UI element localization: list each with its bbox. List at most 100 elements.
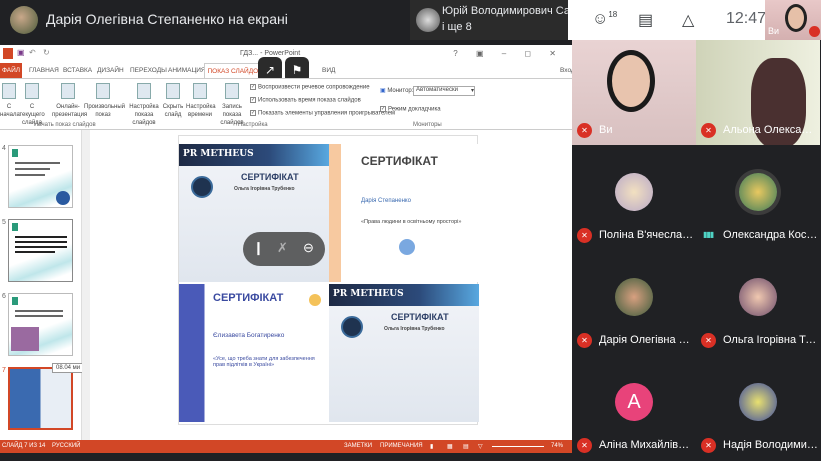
sorter-view-icon[interactable]: ▦ [447,443,453,450]
monitor-icon: ▣ [380,88,386,94]
record-slideshow-button[interactable]: Запись показа слайдов [214,83,250,127]
presentation-overlay: ❙ ✗ ⊖ [243,232,325,266]
tab-insert[interactable]: ВСТАВКА [63,67,92,74]
cert-course: «Усе, що треба знати для забезпечення пр… [213,356,315,368]
use-timings-checkbox[interactable]: ✓ Использовать время показа слайдов [250,97,361,104]
tab-transitions[interactable]: ПЕРЕХОДЫ [130,67,167,74]
monitor-select[interactable]: Автоматически ▾ [413,86,475,96]
certificate-teen-rights: СЕРТИФІКАТ Єлизавета Богатиренко «Усе, щ… [179,284,329,422]
participant-tile[interactable]: ✕ Альона Олександрів... [696,40,820,145]
custom-show-button[interactable]: Произвольный показ [84,83,125,119]
mic-off-icon: ✕ [577,333,592,348]
tab-design[interactable]: ДИЗАЙН [97,67,124,74]
meeting-controls: ☺18 ▤ △ 12:47 [568,0,767,40]
participant-tile[interactable]: ✕ Ольга Ігорівна Трубе... [696,250,820,355]
slide-thumbnail-5[interactable] [8,219,73,282]
mute-icon[interactable]: ✗ [277,240,288,256]
mic-off-icon: ✕ [701,123,716,138]
active-speaker-box[interactable]: Юрій Володимирович Сар... і ще 8 [410,0,585,40]
window-buttons[interactable]: ? ▣ – ◻ ✕ [453,49,564,58]
certificate-prometheus-2: PR METHEUS СЕРТИФІКАТ Ольга Ігорівна Тру… [329,284,479,422]
participant-avatar [615,278,653,316]
remove-icon[interactable]: ⊖ [303,240,314,256]
mic-off-icon: ✕ [701,438,716,453]
presenter-view-checkbox[interactable]: ✓ Режим докладчика [380,106,441,113]
cert-course: «Права людини в освітньому просторі» [361,219,462,225]
people-icon: ☺ [592,10,609,28]
meeting-top-bar: Дарія Олегівна Степаненко на екрані Юрій… [0,0,821,40]
slide-number: 7 [2,367,6,374]
thumbnails-scrollbar[interactable] [82,130,90,440]
participant-tile[interactable]: А ✕ Аліна Михайлівна Пу... [572,355,696,460]
tab-view[interactable]: ВИД [322,67,335,74]
slide-thumbnail-4[interactable] [8,145,73,208]
cert-title: СЕРТИФІКАТ [213,292,284,304]
tab-home[interactable]: ГЛАВНАЯ [29,67,59,74]
group-setup: Настройка [238,122,268,128]
tab-animation[interactable]: АНИМАЦИЯ [168,67,206,74]
presenter-avatar [10,6,38,34]
participant-name: Аліна Михайлівна Пу... [599,439,694,451]
speaking-icon: ▮▮▮ [703,230,714,239]
status-bar: СЛАЙД 7 ИЗ 14 РУССКИЙ ЗАМЕТКИ ПРИМЕЧАНИЯ… [0,440,572,453]
self-view-tile[interactable]: Ви [765,0,821,40]
setup-slideshow-button[interactable]: Настройка показа слайдов [126,83,162,127]
participant-tile[interactable]: ✕ Поліна В'ячеславівн... [572,145,696,250]
normal-view-icon[interactable]: ▮ [430,443,433,450]
zoom-slider[interactable] [492,446,544,447]
redo-icon[interactable]: ↻ [43,48,50,57]
language-indicator[interactable]: РУССКИЙ [52,443,80,449]
participant-avatar: А [615,383,653,421]
narration-checkbox[interactable]: ✓ Воспроизвести речевое сопровождение [250,84,370,91]
mic-off-icon: ✕ [577,123,592,138]
speaker-more: і ще 8 [442,21,472,33]
media-controls-checkbox[interactable]: ✓ Показать элементы управления проигрыват… [250,110,395,117]
rehearse-timings-button[interactable]: Настройка времени [186,83,216,119]
participant-tile[interactable]: ✕ Дарія Олегівна Степ... [572,250,696,355]
cert-name: Єлизавета Богатиренко [213,332,285,339]
powerpoint-icon [3,48,13,59]
slide-thumbnail-6[interactable] [8,293,73,356]
self-video [785,4,807,32]
tab-file[interactable]: ФАЙЛ [0,63,22,78]
from-beginning-button[interactable]: С начала [0,83,20,119]
clock: 12:47 [726,10,767,27]
reading-view-icon[interactable]: ▤ [463,443,469,450]
ribbon: С начала С текущего слайда Онлайн-презен… [0,78,572,130]
comments-button[interactable]: ПРИМЕЧАНИЯ [380,443,423,449]
participant-name: Ольга Ігорівна Трубе... [723,334,818,346]
online-presentation-button[interactable]: Онлайн-презентация [52,83,87,119]
participants-button[interactable]: ☺18 [592,10,617,28]
group-start-slideshow: Начать показ слайдов [34,122,96,128]
participant-name: Альона Олександрів... [723,124,818,136]
mic-off-icon: ✕ [577,438,592,453]
mic-off-icon [809,26,820,37]
save-icon[interactable]: ▣ [17,48,25,57]
slide-thumbnail-7[interactable] [8,367,73,430]
participants-count: 18 [608,10,618,19]
hide-slide-button[interactable]: Скрыть слайд [162,83,184,119]
participant-tile[interactable]: ✕ Ви [572,40,696,145]
notes-button[interactable]: ЗАМЕТКИ [344,443,372,449]
monitor-label: ▣ Монитор: [380,88,414,94]
undo-icon[interactable]: ↶ [29,48,36,57]
prometheus-logo: PR METHEUS [183,149,254,159]
certificate-human-rights: СЕРТИФІКАТ Дарія Степаненко «Права людин… [329,144,479,282]
slide-number: 5 [2,219,6,226]
slide-number: 6 [2,293,6,300]
activities-icon: △ [682,12,695,29]
participant-tile[interactable]: ▮▮▮ Олександра Костянт... [696,145,820,250]
from-current-button[interactable]: С текущего слайда [18,83,46,127]
activities-button[interactable]: △ [682,10,694,30]
window-title: ГДЗ... - PowerPoint [240,50,301,57]
pin-icon[interactable]: ❙ [253,240,264,256]
slide-editor: PR METHEUS СЕРТИФІКАТ Ольга Ігорівна Тру… [90,130,572,440]
current-slide: PR METHEUS СЕРТИФІКАТ Ольга Ігорівна Тру… [178,135,479,425]
participant-tile[interactable]: ✕ Надія Володимирівн... [696,355,820,460]
chat-button[interactable]: ▤ [638,10,653,30]
slideshow-view-icon[interactable]: ▽ [478,443,483,450]
prometheus-logo: PR METHEUS [333,289,404,299]
mic-off-icon: ✕ [577,228,592,243]
presenter-title: Дарія Олегівна Степаненко на екрані [46,11,288,27]
tab-slideshow[interactable]: ПОКАЗ СЛАЙДОВ [204,63,266,79]
